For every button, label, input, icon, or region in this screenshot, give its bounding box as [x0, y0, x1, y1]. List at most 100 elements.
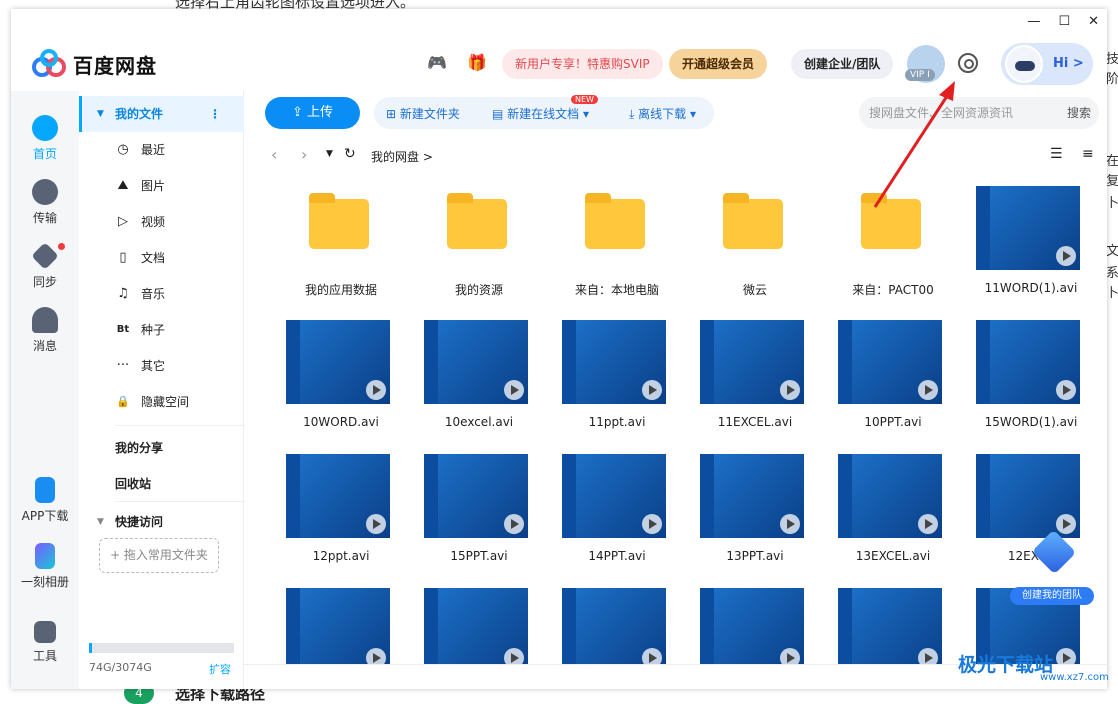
- video-item[interactable]: 11EXCEL.avi: [690, 320, 820, 440]
- search-button[interactable]: 搜索: [1067, 97, 1091, 129]
- play-icon[interactable]: [366, 648, 386, 664]
- video-item[interactable]: 13PPT.avi: [690, 454, 820, 574]
- nav-app-download[interactable]: APP下载: [11, 477, 79, 524]
- breadcrumb-root[interactable]: 我的网盘: [371, 150, 419, 164]
- video-thumbnail: [976, 454, 1080, 538]
- play-icon[interactable]: [504, 380, 524, 400]
- image-icon: ⛰: [117, 178, 129, 193]
- play-icon[interactable]: [504, 648, 524, 664]
- play-icon[interactable]: [366, 514, 386, 534]
- video-item[interactable]: [690, 588, 820, 664]
- video-item[interactable]: 15WORD(1).avi: [966, 320, 1096, 440]
- play-icon[interactable]: [918, 380, 938, 400]
- caret-down-icon: ▼: [97, 109, 104, 119]
- video-item[interactable]: 10PPT.avi: [828, 320, 958, 440]
- breadcrumb[interactable]: 我的网盘 >: [371, 148, 433, 165]
- more-icon[interactable]: ⋮: [209, 96, 221, 132]
- nav-home[interactable]: 首页: [11, 115, 79, 162]
- play-icon[interactable]: [642, 514, 662, 534]
- nav-album[interactable]: 一刻相册: [11, 543, 79, 590]
- sidebar-item-videos[interactable]: ▷ 视频: [79, 204, 244, 240]
- folder-item[interactable]: 来自：PACT00: [828, 186, 958, 306]
- play-icon[interactable]: [504, 514, 524, 534]
- play-icon[interactable]: [780, 514, 800, 534]
- nav-message[interactable]: 消息: [11, 307, 79, 354]
- play-icon[interactable]: [780, 380, 800, 400]
- sidebar-item-recent[interactable]: ◷ 最近: [79, 132, 244, 168]
- close-button[interactable]: ✕: [1088, 14, 1099, 29]
- sidebar-item-recycle[interactable]: 回收站: [79, 466, 244, 502]
- history-dropdown-icon[interactable]: ▼: [326, 149, 333, 159]
- video-item[interactable]: 10WORD.avi: [276, 320, 406, 440]
- create-team-widget[interactable]: 创建我的团队: [1005, 529, 1094, 608]
- video-item[interactable]: [276, 588, 406, 664]
- video-item[interactable]: 13EXCEL.avi: [828, 454, 958, 574]
- sidebar-item-music[interactable]: ♫ 音乐: [79, 276, 244, 312]
- forward-icon[interactable]: ›: [301, 145, 307, 164]
- search-input[interactable]: 搜网盘文件、全网资源资讯 搜索: [859, 97, 1099, 129]
- nav-tools[interactable]: 工具: [11, 621, 79, 664]
- video-thumbnail: [976, 320, 1080, 404]
- video-item[interactable]: [552, 588, 682, 664]
- sidebar-item-hidden-space[interactable]: 🔒 隐藏空间: [79, 384, 244, 420]
- video-item[interactable]: 15PPT.avi: [414, 454, 544, 574]
- play-icon[interactable]: [1056, 246, 1076, 266]
- sidebar-item-my-files[interactable]: ▼ 我的文件 ⋮: [79, 96, 244, 132]
- maximize-button[interactable]: ☐: [1058, 14, 1070, 29]
- offline-download-label: 离线下载: [638, 107, 687, 121]
- super-vip-button[interactable]: 开通超级会员: [669, 49, 768, 79]
- nav-transfer[interactable]: 传输: [11, 179, 79, 226]
- list-view-icon[interactable]: ≡: [1082, 146, 1094, 162]
- sidebar-item-torrents[interactable]: Bt 种子: [79, 312, 244, 348]
- file-name: 11EXCEL.avi: [717, 415, 793, 429]
- gear-icon[interactable]: [958, 53, 978, 73]
- refresh-icon[interactable]: ↻: [344, 146, 356, 162]
- breadcrumb-separator: >: [422, 150, 433, 164]
- create-team-button[interactable]: 创建企业/团队: [791, 49, 894, 79]
- assistant-button[interactable]: Hi >: [1001, 43, 1093, 85]
- sidebar-item-other[interactable]: ··· 其它: [79, 348, 244, 384]
- folder-item[interactable]: 我的应用数据: [276, 186, 406, 306]
- video-item[interactable]: [828, 588, 958, 664]
- play-icon[interactable]: [918, 648, 938, 664]
- gift-icon[interactable]: 🎁: [467, 53, 487, 72]
- play-icon[interactable]: [918, 514, 938, 534]
- video-item[interactable]: 10excel.avi: [414, 320, 544, 440]
- video-item[interactable]: [414, 588, 544, 664]
- new-folder-button[interactable]: ⊞ 新建文件夹: [386, 105, 460, 122]
- folder-item[interactable]: 微云: [690, 186, 820, 306]
- nav-label: 消息: [32, 339, 57, 353]
- new-online-doc-button[interactable]: ▤ 新建在线文档 ▾: [492, 105, 589, 122]
- play-icon[interactable]: [1056, 648, 1076, 664]
- play-icon[interactable]: [366, 380, 386, 400]
- offline-download-button[interactable]: ⤓ 离线下载 ▾: [629, 105, 696, 122]
- folder-item[interactable]: 来自：本地电脑: [552, 186, 682, 306]
- expand-storage-link[interactable]: 扩容: [209, 661, 231, 677]
- video-item[interactable]: 11WORD(1).avi: [966, 186, 1096, 306]
- sidebar-item-my-share[interactable]: 我的分享: [79, 430, 244, 466]
- play-icon[interactable]: [780, 648, 800, 664]
- svip-promo-button[interactable]: 新用户专享！特惠购SVIP: [502, 49, 663, 79]
- play-icon[interactable]: [642, 380, 662, 400]
- play-icon[interactable]: [642, 648, 662, 664]
- side-char: 复: [1106, 174, 1118, 189]
- video-item[interactable]: 11ppt.avi: [552, 320, 682, 440]
- sort-icon[interactable]: ☰: [1050, 146, 1063, 162]
- sidebar-item-docs[interactable]: ▯ 文档: [79, 240, 244, 276]
- sidebar-item-label: 文档: [141, 251, 166, 265]
- minimize-button[interactable]: —: [1027, 14, 1040, 29]
- video-item[interactable]: 14PPT.avi: [552, 454, 682, 574]
- file-name: 10WORD.avi: [303, 415, 379, 429]
- nav-sync[interactable]: 同步: [11, 242, 79, 290]
- gamepad-icon[interactable]: 🎮: [427, 53, 447, 72]
- video-item[interactable]: 12ppt.avi: [276, 454, 406, 574]
- add-favorite-folder-box[interactable]: + 拖入常用文件夹: [99, 538, 219, 573]
- back-icon[interactable]: ‹: [271, 145, 277, 164]
- sidebar-item-images[interactable]: ⛰ 图片: [79, 168, 244, 204]
- sidebar-item-quick-access[interactable]: ▼ 快捷访问: [79, 504, 244, 540]
- upload-button[interactable]: ⇪ 上传: [265, 97, 360, 129]
- video-thumbnail: [562, 454, 666, 538]
- play-icon[interactable]: [1056, 380, 1076, 400]
- sidebar: ▼ 我的文件 ⋮ ◷ 最近 ⛰ 图片 ▷ 视频 ▯ 文档 ♫ 音乐 Bt 种子: [79, 91, 245, 689]
- folder-item[interactable]: 我的资源: [414, 186, 544, 306]
